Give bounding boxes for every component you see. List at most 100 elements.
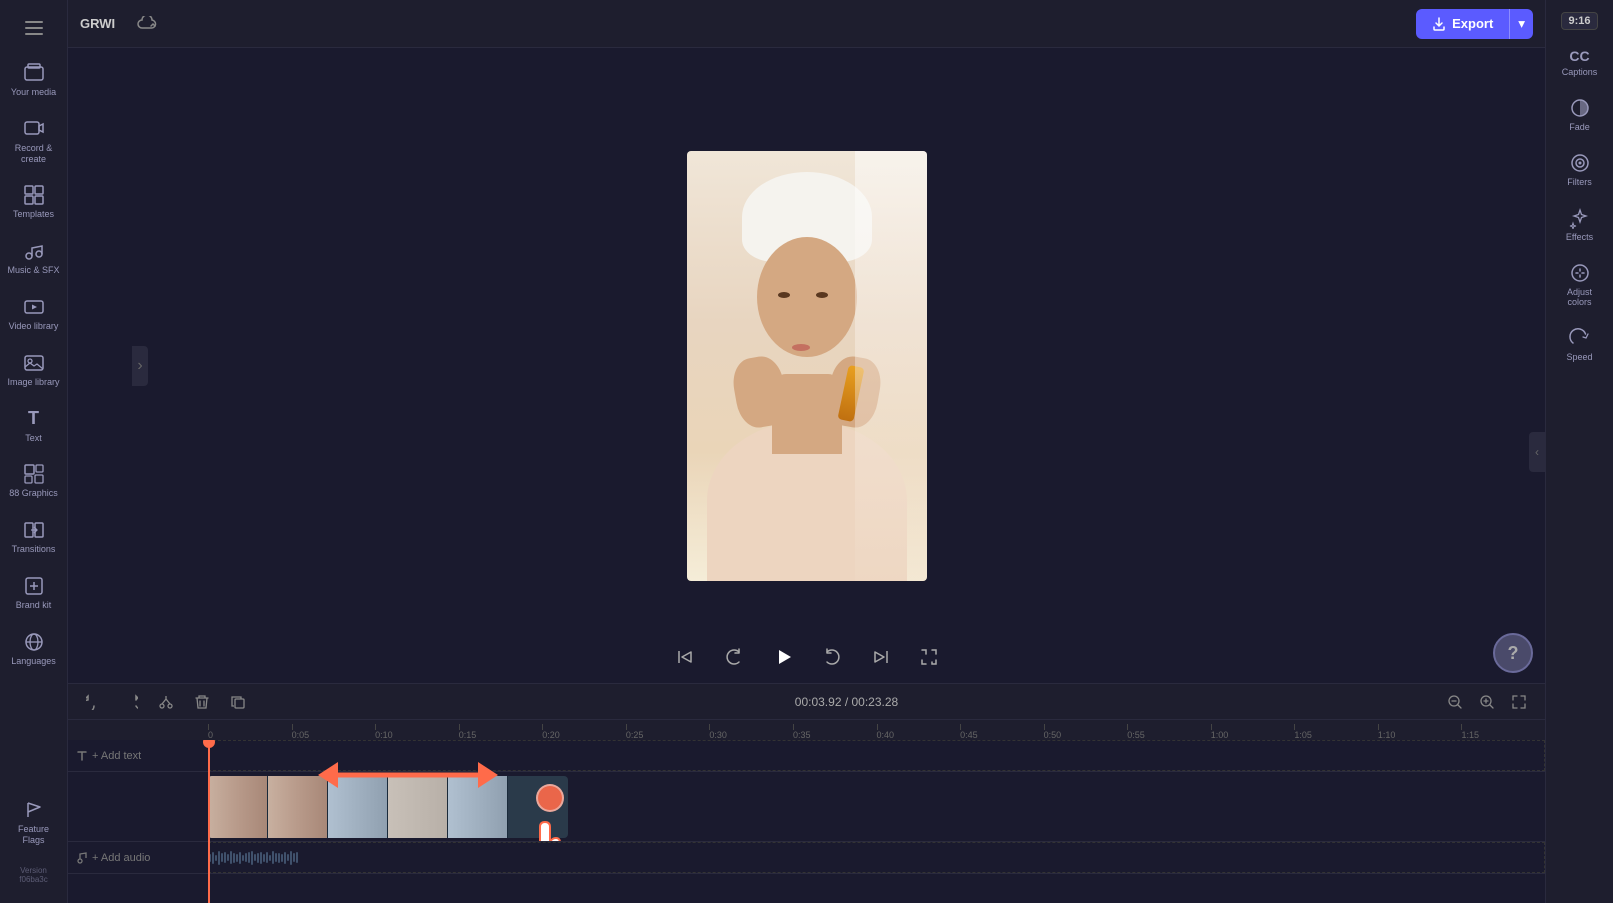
skip-back-button[interactable]: [669, 641, 701, 673]
text-icon: T: [23, 408, 45, 430]
audio-track-label: + Add audio: [68, 852, 208, 864]
zoom-in-button[interactable]: [1473, 688, 1501, 716]
export-dropdown-button[interactable]: ▾: [1509, 9, 1533, 39]
filters-label: Filters: [1567, 177, 1592, 187]
sidebar-item-speed[interactable]: Speed: [1549, 319, 1611, 370]
video-track-row: [68, 772, 1545, 842]
sidebar-label-music: Music & SFX: [7, 265, 59, 276]
sidebar-item-templates[interactable]: Templates: [3, 176, 65, 228]
text-track-content[interactable]: [208, 740, 1545, 771]
transitions-icon: [23, 519, 45, 541]
project-title: GRWI: [80, 16, 115, 31]
your-media-icon: [23, 62, 45, 84]
adjust-colors-label: Adjustcolors: [1567, 287, 1592, 307]
sidebar-item-version: Versionf06ba3c: [3, 858, 65, 893]
export-group: Export ▾: [1416, 9, 1533, 39]
feature-flags-icon: [23, 799, 45, 821]
captions-label: Captions: [1562, 67, 1598, 77]
ruler-marks: 0 0:05 0:10 0:15 0:20 0:25 0:30 0:35 0:4…: [208, 724, 1545, 740]
speed-label: Speed: [1566, 352, 1592, 362]
text-track-row: + Add text: [68, 740, 1545, 772]
audio-track-row: + Add audio: [68, 842, 1545, 874]
text-track-label: + Add text: [68, 750, 208, 762]
sidebar-label-graphics: 88 Graphics: [9, 488, 58, 499]
sidebar-item-brand-kit[interactable]: Brand kit: [3, 567, 65, 619]
sidebar-item-image-library[interactable]: Image library: [3, 344, 65, 396]
sidebar-label-feature-flags: Feature Flags: [7, 824, 61, 846]
music-icon: [23, 240, 45, 262]
sidebar-item-music[interactable]: Music & SFX: [3, 232, 65, 284]
expand-timeline-button[interactable]: [1505, 688, 1533, 716]
fade-label: Fade: [1569, 122, 1590, 132]
rewind-button[interactable]: [717, 641, 749, 673]
sidebar-item-captions[interactable]: CC Captions: [1549, 40, 1611, 85]
delete-button[interactable]: [188, 688, 216, 716]
left-sidebar: Your media Record &create Templates: [0, 0, 68, 903]
menu-button[interactable]: [14, 8, 54, 48]
sidebar-item-text[interactable]: T Text: [3, 400, 65, 452]
image-library-icon: [23, 352, 45, 374]
video-frame: [687, 151, 927, 581]
brand-kit-icon: [23, 575, 45, 597]
sidebar-label-your-media: Your media: [11, 87, 56, 98]
languages-icon: [23, 631, 45, 653]
timeline-toolbar: 00:03.92 / 00:23.28: [68, 684, 1545, 720]
preview-area: ›: [68, 48, 1545, 683]
sidebar-label-video-library: Video library: [9, 321, 59, 332]
graphics-icon: [23, 463, 45, 485]
effects-label: Effects: [1566, 232, 1593, 242]
top-bar: GRWI Export ▾: [68, 0, 1545, 48]
templates-icon: [23, 184, 45, 206]
sidebar-label-templates: Templates: [13, 209, 54, 220]
sidebar-item-video-library[interactable]: Video library: [3, 288, 65, 340]
sidebar-item-record[interactable]: Record &create: [3, 110, 65, 173]
copy-button[interactable]: [224, 688, 252, 716]
sidebar-item-feature-flags[interactable]: Feature Flags: [3, 791, 65, 854]
main-area: GRWI Export ▾ ›: [68, 0, 1545, 903]
timeline-area: 00:03.92 / 00:23.28: [68, 683, 1545, 903]
fullscreen-button[interactable]: [913, 641, 945, 673]
help-button[interactable]: ?: [1493, 633, 1533, 673]
sidebar-item-adjust-colors[interactable]: Adjustcolors: [1549, 254, 1611, 315]
sidebar-item-languages[interactable]: Languages: [3, 623, 65, 675]
timeline-content: 0 0:05 0:10 0:15 0:20 0:25 0:30 0:35 0:4…: [68, 720, 1545, 903]
aspect-ratio-badge[interactable]: 9:16: [1561, 12, 1597, 30]
sidebar-item-graphics[interactable]: 88 Graphics: [3, 455, 65, 507]
audio-track-content[interactable]: [208, 842, 1545, 873]
skip-forward-button[interactable]: [865, 641, 897, 673]
cut-button[interactable]: [152, 688, 180, 716]
sidebar-label-transitions: Transitions: [12, 544, 56, 555]
timeline-tracks: + Add text: [68, 740, 1545, 903]
sidebar-label-brand-kit: Brand kit: [16, 600, 52, 611]
timeline-ruler: 0 0:05 0:10 0:15 0:20 0:25 0:30 0:35 0:4…: [68, 720, 1545, 740]
zoom-out-button[interactable]: [1441, 688, 1469, 716]
export-label: Export: [1452, 16, 1493, 31]
left-panel-collapse[interactable]: ›: [132, 346, 148, 386]
sidebar-label-image-library: Image library: [7, 377, 59, 388]
video-clip[interactable]: [208, 776, 568, 838]
sidebar-label-text: Text: [25, 433, 42, 444]
sidebar-label-languages: Languages: [11, 656, 56, 667]
record-icon: [23, 118, 45, 140]
video-library-icon: [23, 296, 45, 318]
sidebar-item-your-media[interactable]: Your media: [3, 54, 65, 106]
right-sidebar: 9:16 CC Captions Fade Filters Effects Ad…: [1545, 0, 1613, 903]
timeline-time-display: 00:03.92 / 00:23.28: [260, 695, 1433, 709]
sidebar-item-transitions[interactable]: Transitions: [3, 511, 65, 563]
sidebar-item-effects[interactable]: Effects: [1549, 199, 1611, 250]
playback-controls: [669, 639, 945, 675]
forward-button[interactable]: [817, 641, 849, 673]
sidebar-label-record: Record &create: [15, 143, 53, 165]
right-panel-collapse[interactable]: ‹: [1529, 432, 1545, 472]
play-button[interactable]: [765, 639, 801, 675]
sidebar-label-version: Versionf06ba3c: [19, 866, 47, 885]
undo-button[interactable]: [80, 688, 108, 716]
video-preview: [687, 151, 927, 581]
video-track-content: [208, 772, 1545, 841]
redo-button[interactable]: [116, 688, 144, 716]
waveform-display: [209, 843, 1544, 872]
export-button[interactable]: Export: [1416, 9, 1509, 39]
sidebar-item-filters[interactable]: Filters: [1549, 144, 1611, 195]
cloud-save-button[interactable]: [131, 8, 163, 40]
sidebar-item-fade[interactable]: Fade: [1549, 89, 1611, 140]
